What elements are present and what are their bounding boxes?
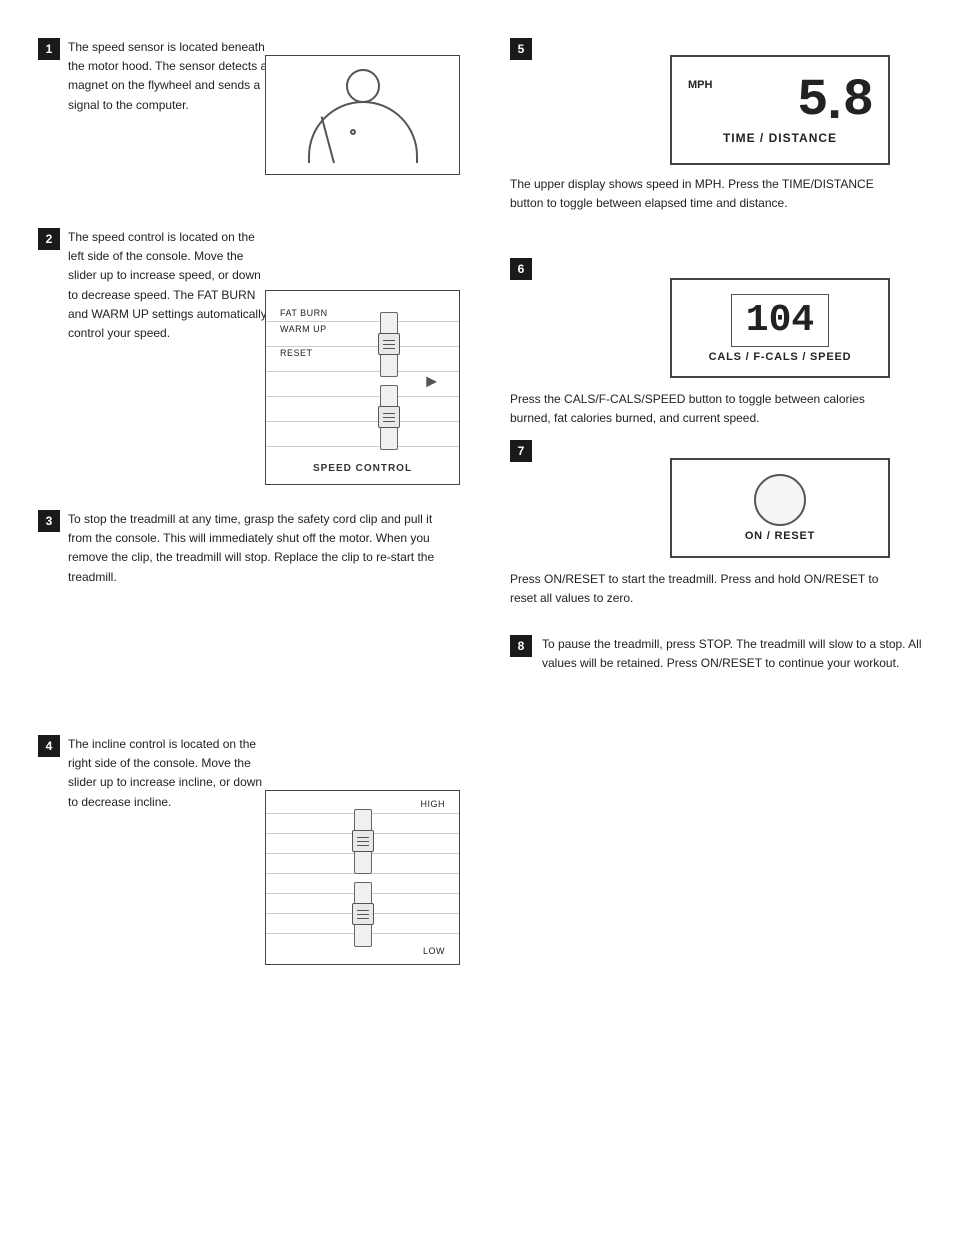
fat-burn-label: FAT BURN: [280, 305, 328, 321]
speed-slider-lower: [380, 385, 398, 450]
thumb-line: [357, 910, 369, 911]
slider-thumb-lines-lower: [383, 413, 395, 422]
thumb-line: [383, 348, 395, 349]
section-a-number: 5: [510, 38, 532, 60]
cals-value: 104: [746, 299, 814, 342]
on-reset-label: ON / RESET: [745, 530, 815, 542]
sensor-dot: [350, 129, 356, 135]
speed-sensor-diagram: [265, 55, 460, 175]
speed-digit-left: 5: [797, 75, 826, 127]
incline-control-diagram: HIGH LOW: [265, 790, 460, 965]
incline-slider-area: [354, 809, 372, 947]
section-4-number: 4: [38, 735, 60, 757]
incline-slider-upper: [354, 809, 372, 874]
mph-label: MPH: [688, 79, 712, 91]
on-reset-display: ON / RESET: [670, 458, 890, 558]
speed-control-title: SPEED CONTROL: [313, 463, 412, 474]
section-b-number: 6: [510, 258, 532, 280]
cals-display: 104 CALS / F-CALS / SPEED: [670, 278, 890, 378]
thumb-line: [357, 914, 369, 915]
cals-inner-box: 104: [731, 294, 829, 347]
thumb-line: [383, 344, 395, 345]
section-3-number: 3: [38, 510, 60, 532]
arrow-right-icon: ▶: [426, 372, 437, 389]
thumb-line: [383, 413, 395, 414]
section-1-number: 1: [38, 38, 60, 60]
display-row: MPH 5 . 8: [680, 75, 880, 127]
section-d-text: To pause the treadmill, press STOP. The …: [542, 635, 922, 673]
thumb-line: [357, 837, 369, 838]
slider-thumb-lower: [378, 406, 400, 428]
section-4-text: The incline control is located on the ri…: [68, 735, 268, 812]
section-a-text: The upper display shows speed in MPH. Pr…: [510, 175, 890, 213]
slider-thumb-lines: [383, 340, 395, 349]
speed-slider-upper: [380, 312, 398, 377]
incline-low-label: LOW: [423, 946, 445, 956]
section-d-number: 8: [510, 635, 532, 657]
incline-high-label: HIGH: [421, 799, 446, 809]
cals-label: CALS / F-CALS / SPEED: [709, 351, 852, 363]
thumb-line: [383, 340, 395, 341]
incline-thumb-lines-lower: [357, 910, 369, 919]
section-b-text: Press the CALS/F-CALS/SPEED button to to…: [510, 390, 890, 428]
time-distance-display: MPH 5 . 8 TIME / DISTANCE: [670, 55, 890, 165]
sensor-inner: [278, 65, 448, 165]
incline-slider-lower: [354, 882, 372, 947]
section-3-text: To stop the treadmill at any time, grasp…: [68, 510, 448, 587]
thumb-line: [357, 841, 369, 842]
section-2-number: 2: [38, 228, 60, 250]
thumb-line: [357, 845, 369, 846]
incline-thumb-lower: [352, 903, 374, 925]
incline-thumb-lines-upper: [357, 837, 369, 846]
speed-digit-right: 8: [843, 75, 872, 127]
time-distance-label: TIME / DISTANCE: [723, 131, 837, 145]
warm-up-label: WARM UP: [280, 321, 328, 337]
speed-control-labels: FAT BURN WARM UP RESET: [280, 305, 328, 362]
slider-thumb-upper: [378, 333, 400, 355]
reset-label: RESET: [280, 345, 328, 361]
thumb-line: [383, 417, 395, 418]
incline-thumb-upper: [352, 830, 374, 852]
speed-control-diagram: FAT BURN WARM UP RESET: [265, 290, 460, 485]
section-c-text: Press ON/RESET to start the treadmill. P…: [510, 570, 890, 608]
sensor-circle: [346, 69, 380, 103]
speed-slider-area: ▶: [359, 303, 419, 458]
speed-value: 5 . 8: [797, 75, 872, 127]
thumb-line: [383, 421, 395, 422]
on-reset-circle: [754, 474, 806, 526]
speed-separator: .: [827, 75, 841, 127]
section-2-text: The speed control is located on the left…: [68, 228, 268, 343]
section-1-text: The speed sensor is located beneath the …: [68, 38, 268, 115]
page: 1 The speed sensor is located beneath th…: [0, 0, 954, 1235]
thumb-line: [357, 918, 369, 919]
section-c-number: 7: [510, 440, 532, 462]
